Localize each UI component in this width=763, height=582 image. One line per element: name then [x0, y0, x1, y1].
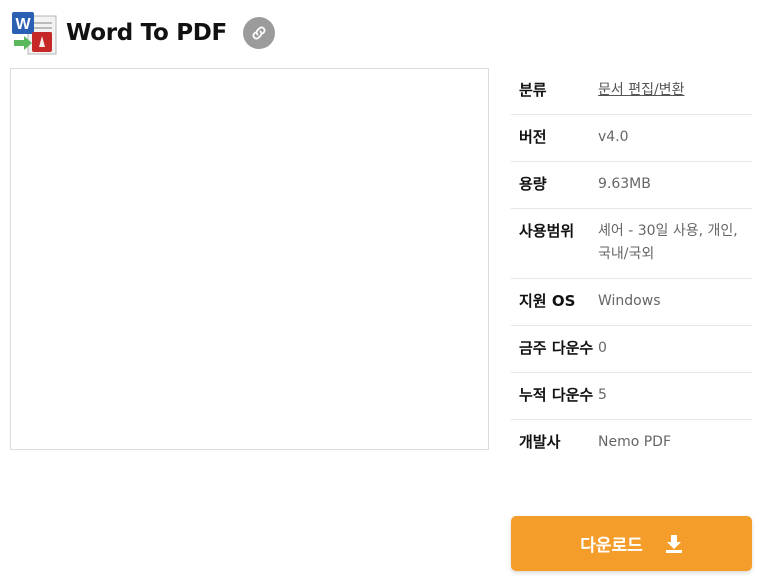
word-to-pdf-icon: W: [10, 10, 58, 56]
info-row-category: 분류 문서 편집/변환: [511, 68, 752, 115]
info-table: 분류 문서 편집/변환 버전 v4.0 용량 9.63MB 사용범위 셰어 - …: [511, 68, 752, 466]
download-button[interactable]: 다운로드: [511, 516, 752, 571]
info-label: 누적 다운수: [519, 386, 594, 404]
app-title: Word To PDF: [66, 20, 227, 46]
info-row-os: 지원 OS Windows: [511, 279, 752, 326]
header: W Word To PDF: [10, 10, 275, 56]
screenshot-preview: [10, 68, 489, 450]
info-label: 지원 OS: [519, 292, 576, 310]
link-icon: [252, 26, 266, 40]
info-value: 9.63MB: [598, 176, 651, 192]
svg-text:W: W: [15, 16, 31, 33]
info-value: 5: [598, 387, 607, 403]
info-row-developer: 개발사 Nemo PDF: [511, 420, 752, 466]
info-row-license: 사용범위 셰어 - 30일 사용, 개인, 국내/국외: [511, 209, 752, 279]
info-label: 금주 다운수: [519, 339, 594, 357]
info-value: Nemo PDF: [598, 434, 672, 450]
info-label: 버전: [519, 128, 547, 146]
info-label: 용량: [519, 175, 547, 193]
info-value: 셰어 - 30일 사용, 개인, 국내/국외: [598, 223, 738, 262]
info-row-total-downloads: 누적 다운수 5: [511, 373, 752, 420]
download-label: 다운로드: [580, 536, 643, 556]
copy-link-button[interactable]: [242, 17, 275, 49]
info-value: Windows: [598, 293, 661, 309]
info-value: v4.0: [598, 129, 629, 145]
download-icon: [665, 534, 682, 553]
info-label: 사용범위: [519, 222, 575, 240]
info-row-weekly-downloads: 금주 다운수 0: [511, 326, 752, 373]
category-link[interactable]: 문서 편집/변환: [598, 79, 744, 102]
info-label: 개발사: [519, 433, 561, 451]
info-value: 0: [598, 340, 607, 356]
info-row-size: 용량 9.63MB: [511, 162, 752, 209]
info-row-version: 버전 v4.0: [511, 115, 752, 162]
info-label: 분류: [519, 81, 547, 99]
